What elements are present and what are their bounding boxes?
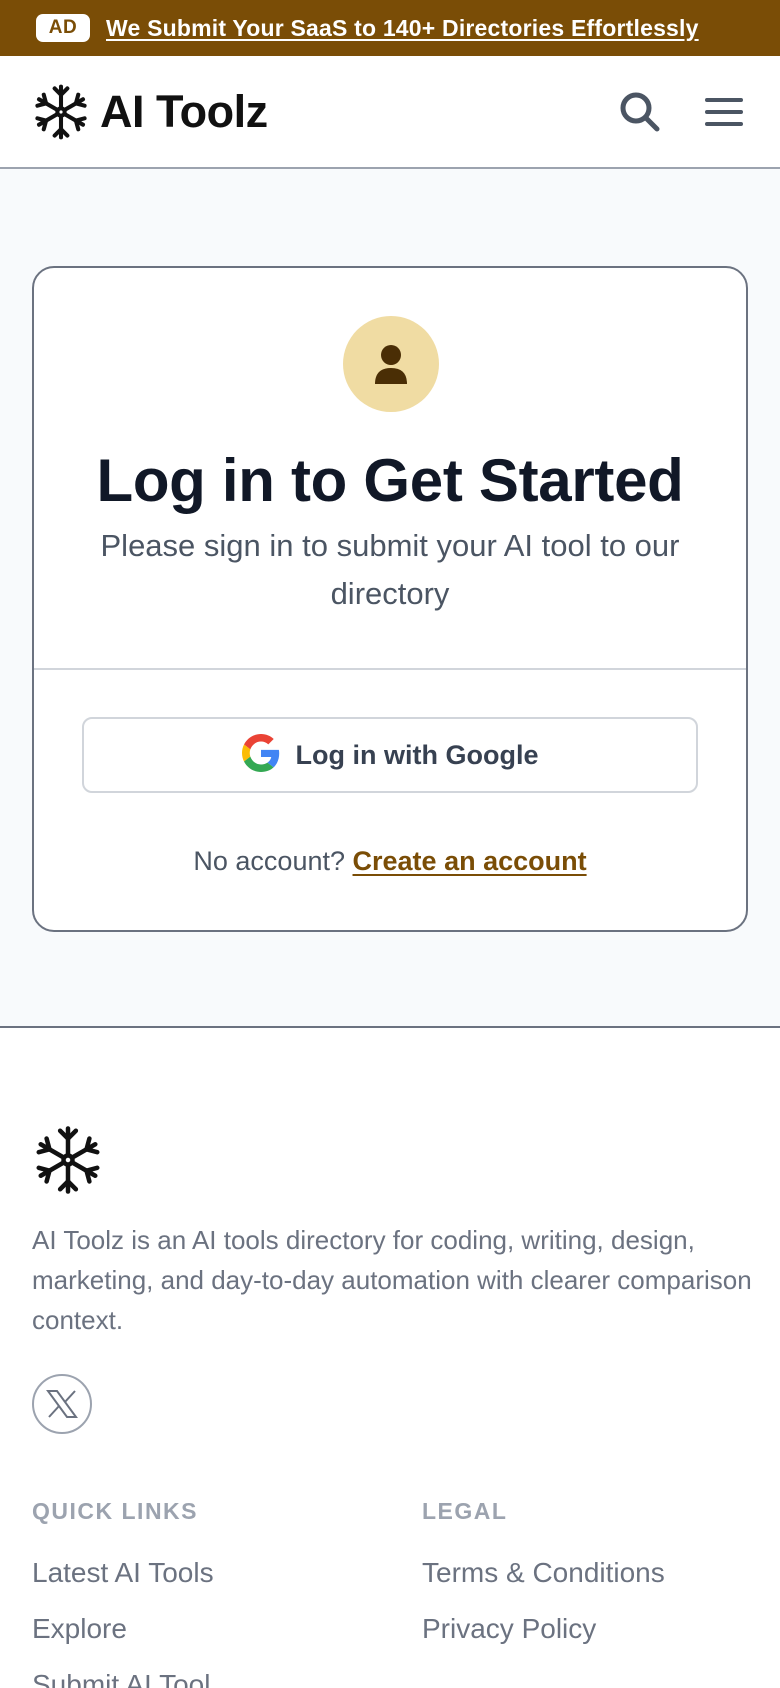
main-content: Log in to Get Started Please sign in to … xyxy=(0,169,780,1028)
footer-link-latest-ai-tools[interactable]: Latest AI Tools xyxy=(32,1557,372,1613)
google-icon xyxy=(241,733,280,777)
google-login-label: Log in with Google xyxy=(295,739,539,770)
brand-name: AI Toolz xyxy=(100,85,268,137)
legal-heading: LEGAL xyxy=(422,1498,508,1524)
brand-home-link[interactable]: AI Toolz xyxy=(32,80,268,144)
hamburger-menu-icon[interactable] xyxy=(700,88,748,136)
quick-links-heading: QUICK LINKS xyxy=(32,1498,198,1524)
footer-link-privacy[interactable]: Privacy Policy xyxy=(422,1613,762,1669)
create-account-link[interactable]: Create an account xyxy=(353,846,587,876)
snowflake-icon xyxy=(32,1124,104,1196)
footer-legal-links: LEGAL Terms & Conditions Privacy Policy xyxy=(422,1498,762,1669)
google-login-button[interactable]: Log in with Google xyxy=(82,717,698,793)
site-header: AI Toolz xyxy=(0,56,780,169)
footer-quick-links: QUICK LINKS Latest AI Tools Explore Subm… xyxy=(32,1498,372,1688)
ad-badge: AD xyxy=(36,14,90,42)
site-footer: AI Toolz is an AI tools directory for co… xyxy=(0,1028,780,1688)
no-account-prompt: No account? Create an account xyxy=(34,846,746,877)
footer-link-submit-ai-tool[interactable]: Submit AI Tool xyxy=(32,1669,372,1688)
login-title: Log in to Get Started xyxy=(96,447,684,514)
ad-link[interactable]: We Submit Your SaaS to 140+ Directories … xyxy=(106,15,699,42)
user-icon xyxy=(343,316,439,412)
footer-link-explore[interactable]: Explore xyxy=(32,1613,372,1669)
login-card: Log in to Get Started Please sign in to … xyxy=(32,266,748,932)
card-divider xyxy=(34,668,746,670)
ad-banner: AD We Submit Your SaaS to 140+ Directori… xyxy=(0,0,780,56)
x-twitter-icon[interactable] xyxy=(32,1374,92,1434)
no-account-text: No account? xyxy=(193,846,345,876)
login-subtitle: Please sign in to submit your AI tool to… xyxy=(100,528,680,611)
footer-link-terms[interactable]: Terms & Conditions xyxy=(422,1557,762,1613)
footer-about-text: AI Toolz is an AI tools directory for co… xyxy=(32,1225,752,1335)
snowflake-icon xyxy=(32,80,90,144)
search-icon[interactable] xyxy=(616,88,664,136)
